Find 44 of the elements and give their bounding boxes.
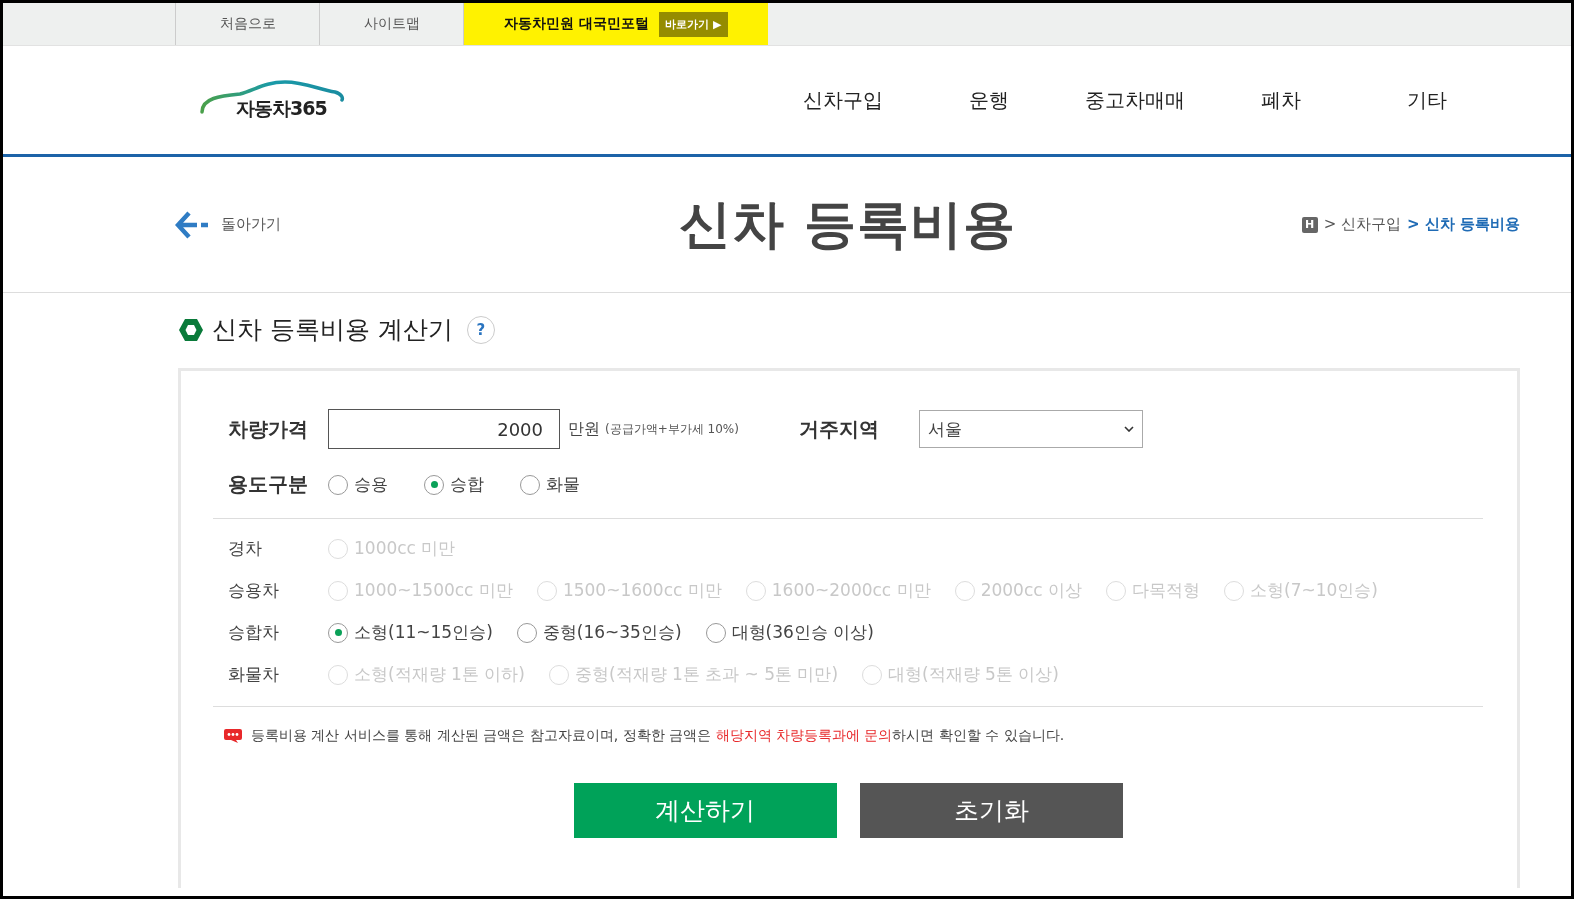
radio-button[interactable] — [328, 474, 348, 495]
unit-note: (공급가액+부가세 10%) — [605, 420, 739, 438]
nav-item[interactable]: 중고차매매 — [1062, 86, 1208, 114]
radio-label[interactable]: 승합 — [450, 473, 484, 496]
logo-text[interactable]: 자동차365 — [236, 96, 327, 122]
radio-label[interactable]: 중형(16~35인승) — [542, 621, 682, 644]
home-icon[interactable]: H — [1301, 216, 1318, 233]
field-label: 거주지역 — [798, 415, 880, 443]
section-title: 신차 등록비용 계산기 — [212, 314, 453, 346]
category-label: 승합차 — [228, 621, 280, 644]
category-label: 화물차 — [228, 663, 280, 686]
breadcrumb-item[interactable]: > 신차 등록비용 — [1407, 215, 1520, 234]
radio-button[interactable] — [516, 622, 537, 643]
radio-label[interactable]: 대형(36인승 이상) — [731, 621, 874, 644]
price-input[interactable]: 2000 — [328, 409, 560, 449]
top-link[interactable]: 처음으로 — [175, 3, 319, 45]
back-arrow-icon — [175, 209, 209, 240]
category-label: 승용차 — [228, 579, 280, 602]
nav-item[interactable]: 운행 — [916, 86, 1062, 114]
radio-button[interactable] — [520, 474, 540, 495]
breadcrumb-item[interactable]: > 신차구입 — [1323, 215, 1401, 234]
radio-button[interactable] — [705, 622, 726, 643]
unit-label: 만원 — [568, 418, 600, 440]
hexagon-icon — [178, 317, 204, 342]
page-title: 신차 등록비용 — [677, 192, 1018, 256]
field-label: 용도구분 — [228, 471, 309, 498]
radio-button[interactable] — [424, 474, 444, 495]
nav-item[interactable]: 기타 — [1354, 86, 1500, 114]
help-button[interactable]: ? — [466, 315, 495, 344]
radio-label[interactable]: 소형(11~15인승) — [354, 621, 493, 644]
radio-label[interactable]: 승용 — [354, 473, 388, 496]
nav-item[interactable]: 폐차 — [1208, 86, 1354, 114]
reset-button[interactable]: 초기화 — [859, 783, 1123, 838]
chevron-down-icon — [1123, 426, 1134, 432]
back-link[interactable]: 돌아가기 — [175, 209, 475, 240]
category-label: 경차 — [228, 537, 263, 560]
nav-item[interactable]: 신차구입 — [770, 86, 916, 114]
notice-text: 등록비용 계산 서비스를 통해 계산된 금액은 참고자료이며, 정확한 금액은 해당지역 차량등록과에 문의하시면 확인할 수 있습니다. — [251, 727, 1065, 745]
portal-text: 자동차민원 대국민포털 — [504, 15, 650, 33]
field-label: 차량가격 — [228, 415, 309, 443]
speech-bubble-icon — [223, 728, 243, 744]
radio-label[interactable]: 화물 — [546, 473, 580, 496]
radio-button[interactable] — [328, 622, 348, 643]
region-select[interactable]: 서울 — [918, 410, 1143, 448]
